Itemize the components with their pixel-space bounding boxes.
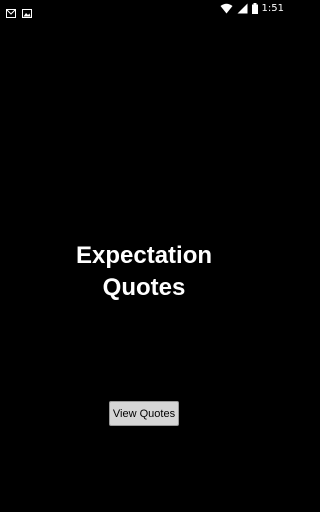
image-icon — [22, 3, 32, 22]
wifi-icon — [220, 0, 233, 18]
signal-icon — [237, 0, 248, 18]
app-title: Expectation Quotes — [0, 240, 288, 304]
status-bar: 1:51 — [0, 0, 288, 18]
app-screen: 1:51 Expectation Quotes View Quotes — [0, 0, 288, 512]
title-line-2: Quotes — [102, 274, 186, 301]
status-right-icons: 1:51 — [220, 1, 284, 16]
view-quotes-button[interactable]: View Quotes — [109, 401, 179, 426]
gmail-icon — [6, 3, 16, 22]
title-line-1: Expectation — [75, 242, 213, 269]
status-left-icons — [6, 3, 32, 22]
status-time: 1:51 — [261, 3, 284, 14]
battery-icon — [251, 0, 258, 18]
